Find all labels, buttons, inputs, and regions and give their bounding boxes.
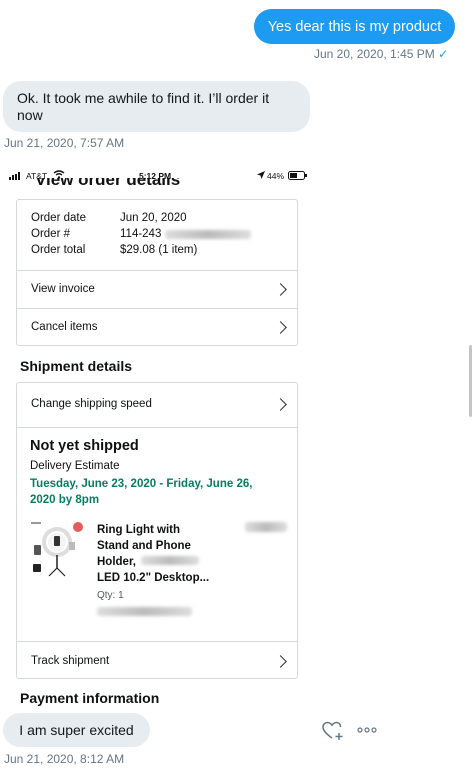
change-shipping-row[interactable]: Change shipping speed — [17, 383, 297, 427]
battery-percent: 44% — [267, 171, 285, 181]
order-number-label: Order # — [31, 228, 70, 240]
sent-message-timestamp: Jun 20, 2020, 1:45 PM — [314, 47, 435, 61]
chevron-right-icon — [274, 398, 287, 411]
chevron-right-icon — [274, 321, 287, 334]
redacted-order-number — [165, 230, 251, 239]
order-number-value: 114-243 — [120, 228, 162, 240]
order-details-header: View order details — [35, 178, 215, 190]
view-invoice-label: View invoice — [31, 283, 95, 295]
sent-message-meta: Jun 20, 2020, 1:45 PM ✓ — [314, 47, 448, 61]
signal-icon — [9, 172, 20, 180]
order-screenshot-image[interactable]: AT&T 5:12 PM 44% View order details Orde… — [5, 163, 310, 713]
view-invoice-row[interactable]: View invoice — [17, 270, 297, 308]
product-title-line-2: Stand and Phone — [97, 540, 191, 552]
order-date-label: Order date — [31, 212, 86, 224]
order-summary-card: Order date Jun 20, 2020 Order # 114-243 … — [16, 199, 298, 346]
sent-message-text: Yes dear this is my product — [267, 18, 442, 35]
received-message-timestamp: Jun 21, 2020, 8:12 AM — [4, 752, 125, 766]
product-title-line-3-text: Holder, — [97, 556, 136, 568]
received-message-bubble[interactable]: I am super excited — [3, 713, 150, 747]
received-message-text: Ok. It took me awhile to find it. I’ll o… — [17, 90, 270, 123]
order-date-value: Jun 20, 2020 — [120, 212, 187, 224]
product-title-line-4: LED 10.2" Desktop... — [97, 572, 210, 584]
shipment-card: Change shipping speed Not yet shipped De… — [16, 382, 298, 679]
scrollbar-thumb[interactable] — [469, 345, 472, 417]
shipment-status-title: Not yet shipped — [30, 438, 139, 454]
product-title[interactable]: Ring Light with Stand and Phone Holder, … — [97, 522, 209, 586]
battery-icon — [288, 171, 307, 180]
cancel-items-label: Cancel items — [31, 321, 98, 333]
heart-plus-icon[interactable] — [322, 721, 344, 741]
chevron-right-icon — [274, 283, 287, 296]
track-shipment-row[interactable]: Track shipment — [17, 641, 297, 680]
order-details-header-text: View order details — [35, 178, 181, 189]
change-shipping-label: Change shipping speed — [31, 398, 152, 410]
payment-information-title: Payment information — [20, 690, 160, 706]
redacted-price — [245, 522, 287, 532]
received-message-bubble[interactable]: Ok. It took me awhile to find it. I’ll o… — [3, 81, 310, 132]
read-check-icon: ✓ — [438, 47, 449, 61]
product-title-line-1: Ring Light with — [97, 524, 181, 536]
received-message-text: I am super excited — [19, 722, 134, 738]
delivery-estimate-dates: Tuesday, June 23, 2020 - Friday, June 26… — [30, 478, 253, 506]
shipment-details-title: Shipment details — [20, 358, 133, 374]
more-icon[interactable] — [357, 726, 377, 734]
location-arrow-icon — [257, 171, 265, 179]
redacted-seller — [97, 607, 192, 616]
received-message-timestamp: Jun 21, 2020, 7:57 AM — [4, 136, 125, 150]
product-quantity: Qty: 1 — [97, 590, 124, 601]
chevron-right-icon — [274, 655, 287, 668]
delivery-estimate-label: Delivery Estimate — [30, 460, 120, 472]
order-total-value: $29.08 (1 item) — [120, 244, 198, 256]
redacted-product-text — [141, 556, 199, 565]
sent-message-bubble[interactable]: Yes dear this is my product — [254, 9, 455, 44]
ring-light-product-image[interactable] — [29, 520, 85, 578]
order-total-label: Order total — [31, 244, 86, 256]
cancel-items-row[interactable]: Cancel items — [17, 308, 297, 346]
track-shipment-label: Track shipment — [31, 655, 110, 667]
shipment-status-section: Not yet shipped Delivery Estimate Tuesda… — [17, 427, 297, 641]
